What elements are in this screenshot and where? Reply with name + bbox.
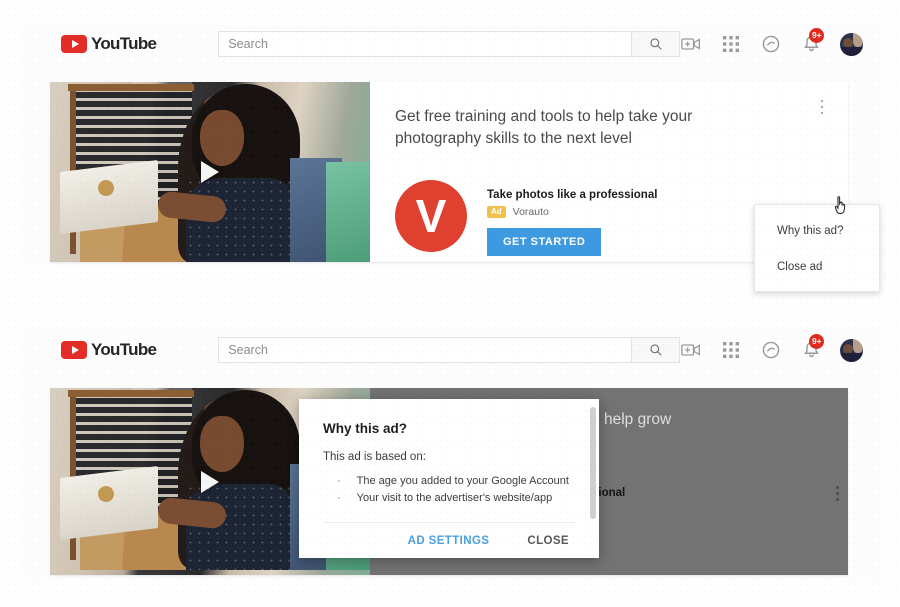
search-icon (650, 38, 662, 50)
play-icon[interactable] (201, 161, 219, 183)
advertiser-logo-letter: V (415, 190, 447, 242)
dialog-actions: AD SETTINGS CLOSE (299, 523, 599, 558)
bullet-icon: · (337, 492, 341, 504)
more-options-icon[interactable] (836, 486, 839, 504)
message-icon[interactable] (760, 339, 782, 361)
search-box[interactable] (218, 31, 633, 57)
message-icon[interactable] (760, 33, 782, 55)
bell-icon[interactable]: 9+ (800, 334, 825, 361)
search-input[interactable] (219, 342, 632, 358)
ad-copy: Take photos like a professional Ad Vorau… (487, 180, 657, 256)
menu-item-why-this-ad[interactable]: Why this ad? (755, 213, 879, 249)
youtube-header-top: YouTube Search 9+ (20, 22, 882, 67)
video-camera-icon[interactable] (680, 33, 702, 55)
apps-grid-icon[interactable] (720, 33, 742, 55)
dialog-scrollbar[interactable] (590, 407, 596, 519)
ad-badge: Ad (487, 206, 506, 218)
youtube-wordmark: YouTube (91, 34, 157, 53)
ad-title: Take photos like a professional (487, 189, 658, 201)
search-input[interactable] (219, 36, 632, 52)
youtube-logo[interactable]: YouTube (61, 340, 157, 360)
menu-item-label: Why this ad? (777, 225, 844, 237)
advertiser-logo[interactable]: V (395, 180, 467, 252)
youtube-header-bottom: YouTube Search 9+ (20, 328, 882, 373)
search-icon (650, 344, 662, 356)
list-item-label: The age you added to your Google Account (356, 475, 569, 487)
dialog-subtitle: This ad is based on: (323, 451, 426, 463)
ad-headline: Get free training and tools to help take… (395, 108, 693, 147)
video-camera-icon[interactable] (680, 339, 702, 361)
avatar[interactable] (840, 338, 864, 362)
apps-grid-icon[interactable] (720, 339, 742, 361)
bell-icon[interactable]: 9+ (800, 28, 825, 55)
notification-badge: 9+ (809, 334, 825, 349)
youtube-logo[interactable]: YouTube (61, 34, 157, 54)
ad-options-menu: Why this ad? Close ad (754, 204, 880, 292)
search-box[interactable] (218, 337, 633, 363)
bullet-icon: · (337, 475, 341, 487)
dialog-reason-list: · The age you added to your Google Accou… (323, 475, 575, 504)
search-area (218, 337, 681, 363)
ad-attribution: Ad Vorauto (487, 206, 657, 218)
list-item: · Your visit to the advertiser's website… (323, 492, 575, 504)
notification-badge: 9+ (809, 28, 825, 43)
dialog-body: Why this ad? This ad is based on: · The … (299, 399, 599, 523)
list-item-label: Your visit to the advertiser's website/a… (356, 492, 553, 504)
ad-settings-button[interactable]: AD SETTINGS (402, 534, 496, 548)
avatar[interactable] (840, 32, 864, 56)
list-item: · The age you added to your Google Accou… (323, 475, 575, 487)
get-started-button[interactable]: GET STARTED (487, 228, 602, 256)
search-button[interactable] (632, 337, 681, 363)
play-icon[interactable] (201, 470, 219, 493)
menu-item-label: Close ad (777, 261, 823, 273)
menu-item-close-ad[interactable]: Close ad (755, 249, 879, 285)
more-options-icon[interactable] (814, 94, 830, 120)
ad-video-thumbnail[interactable] (50, 82, 370, 262)
search-button[interactable] (632, 31, 681, 57)
why-this-ad-dialog: Why this ad? This ad is based on: · The … (299, 399, 599, 558)
header-icons: 9+ (680, 334, 864, 362)
advertiser-name: Vorauto (512, 206, 549, 218)
ad-card-top: Get free training and tools to help take… (50, 82, 848, 262)
search-area (218, 31, 681, 57)
youtube-wordmark: YouTube (91, 340, 157, 359)
close-button[interactable]: CLOSE (521, 534, 575, 548)
youtube-play-icon (61, 341, 87, 359)
dialog-title: Why this ad? (323, 421, 407, 436)
header-icons: 9+ (680, 28, 864, 56)
youtube-play-icon (61, 35, 87, 53)
screen: YouTube Search 9+ Get free training and … (0, 0, 900, 607)
